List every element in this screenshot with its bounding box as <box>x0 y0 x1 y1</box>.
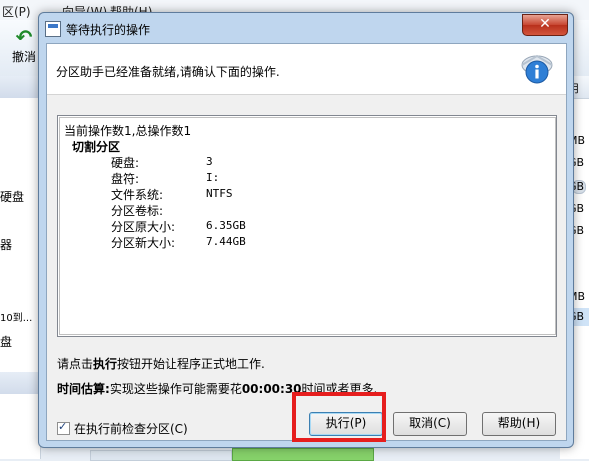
detail-key-original-size: 分区原大小: <box>111 220 176 234</box>
dialog-body: 分区助手已经准备就绪,请确认下面的操作. 当前操作数1,总操作数1 切割分区 硬… <box>46 43 567 441</box>
left-label-disk[interactable]: 硬盘 <box>0 188 24 205</box>
detail-value-disk: 3 <box>206 155 213 168</box>
left-label-device[interactable]: 器 <box>0 236 12 253</box>
operation-count: 当前操作数1,总操作数1 <box>64 124 192 138</box>
pending-operations-dialog: 等待执行的操作 ✕ 分区助手已经准备就绪,请确认下面的操作. 当前操作数1,总操… <box>38 12 574 448</box>
close-icon: ✕ <box>539 16 551 32</box>
left-label-partition[interactable]: 盘 <box>0 333 12 350</box>
detail-value-filesystem: NTFS <box>206 187 233 200</box>
detail-value-new-size: 7.44GB <box>206 235 246 248</box>
info-icon <box>521 54 553 84</box>
disk-map-partition[interactable] <box>232 448 374 461</box>
cancel-button[interactable]: 取消(C) <box>393 412 467 436</box>
detail-value-drive-letter: I: <box>206 171 220 184</box>
disk-map-strip <box>90 450 232 461</box>
check-partition-label: 在执行前检查分区(C) <box>74 422 188 436</box>
help-button[interactable]: 帮助(H) <box>482 412 556 436</box>
detail-key-new-size: 分区新大小: <box>111 236 176 250</box>
check-partition-checkbox[interactable]: ✓ <box>57 420 70 435</box>
undo-button[interactable]: ↶ 撤消 <box>6 26 42 65</box>
detail-key-filesystem: 文件系统: <box>111 188 164 202</box>
menu-partition[interactable]: 区(P) <box>2 3 31 20</box>
operations-list[interactable]: 当前操作数1,总操作数1 切割分区 硬盘: 3 盘符: I: 文件系统: NTF… <box>57 115 557 337</box>
detail-value-original-size: 6.35GB <box>206 219 246 232</box>
detail-key-drive-letter: 盘符: <box>111 172 140 186</box>
operations-list-inner: 当前操作数1,总操作数1 切割分区 硬盘: 3 盘符: I: 文件系统: NTF… <box>59 117 556 335</box>
dialog-title: 等待执行的操作 <box>66 23 151 37</box>
undo-icon: ↶ <box>15 25 33 49</box>
execute-hint: 请点击执行按钮开始让程序正式地工作. <box>57 357 265 371</box>
undo-label: 撤消 <box>11 50 36 64</box>
detail-key-disk: 硬盘: <box>111 156 140 170</box>
detail-key-volume-label: 分区卷标: <box>111 204 164 218</box>
window-icon <box>45 21 61 37</box>
left-panel-header <box>0 76 40 98</box>
checkmark-icon: ✓ <box>58 420 68 433</box>
check-partition-option[interactable]: ✓ 在执行前检查分区(C) <box>57 420 188 437</box>
highlight-box <box>292 392 386 442</box>
estimate-label: 时间估算: <box>57 382 110 396</box>
dialog-header-panel: 分区助手已经准备就绪,请确认下面的操作. <box>47 44 566 95</box>
app-left-panel: 硬盘 器 10到... 盘 <box>0 76 41 459</box>
left-panel-band <box>0 372 40 394</box>
operation-name: 切割分区 <box>72 140 121 154</box>
ready-message: 分区助手已经准备就绪,请确认下面的操作. <box>56 65 280 79</box>
left-label-win10[interactable]: 10到... <box>0 309 32 324</box>
dialog-titlebar[interactable]: 等待执行的操作 ✕ <box>39 13 573 43</box>
close-button[interactable]: ✕ <box>522 14 568 36</box>
